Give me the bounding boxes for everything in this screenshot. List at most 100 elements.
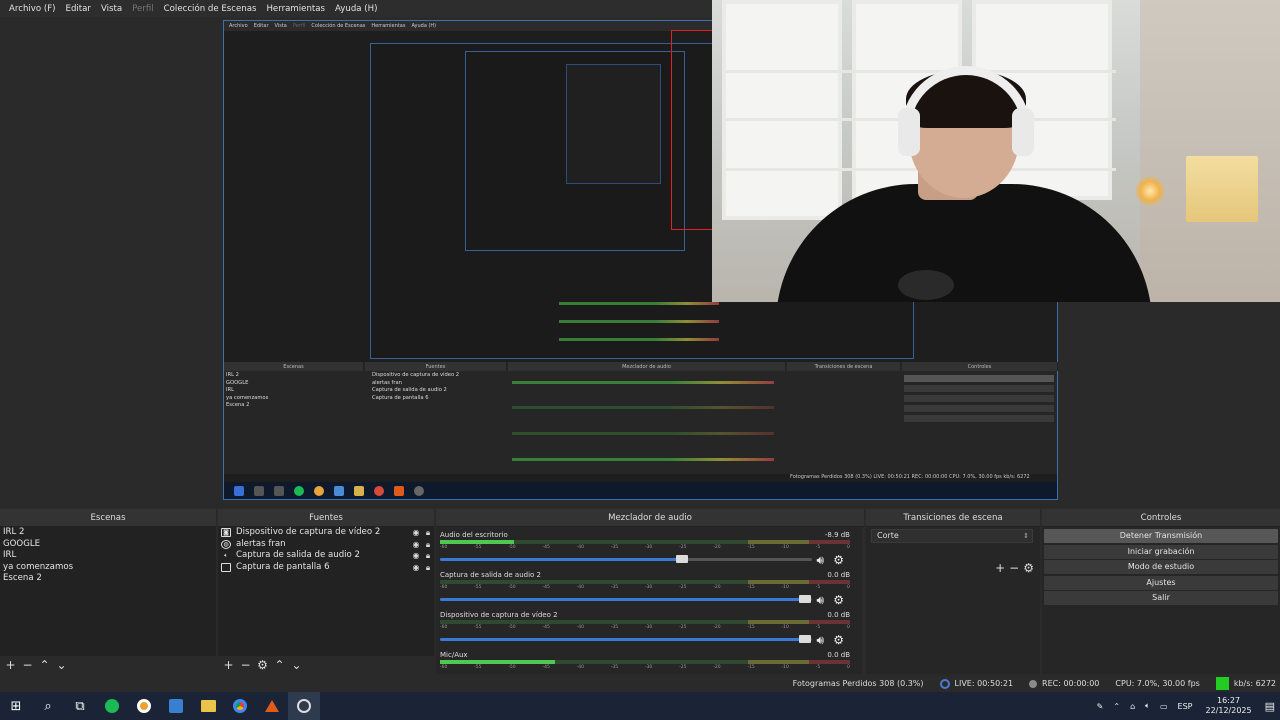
- exit-button[interactable]: Salir: [1044, 591, 1278, 606]
- gear-icon[interactable]: ⚙: [833, 633, 844, 647]
- source-item[interactable]: ◍ alertas fran ◉ 🔒︎: [218, 539, 434, 551]
- nested-control-button: [904, 405, 1054, 412]
- remove-source-icon[interactable]: −: [237, 658, 254, 672]
- gear-icon[interactable]: ⚙: [254, 658, 271, 672]
- obs-icon[interactable]: [288, 692, 320, 720]
- search-icon[interactable]: ⌕: [32, 692, 64, 720]
- app2-icon[interactable]: [256, 692, 288, 720]
- meter-tick-label: -25: [679, 665, 687, 670]
- volume-slider-knob[interactable]: [798, 595, 811, 603]
- nested-meter: [512, 381, 774, 384]
- mute-speaker-icon[interactable]: 🔊︎: [816, 633, 824, 648]
- meter-tick-label: -30: [644, 545, 653, 550]
- channel-name: Mic/Aux: [440, 651, 468, 659]
- controls-panel: Detener Transmisión Iniciar grabación Mo…: [1042, 527, 1280, 674]
- network-icon[interactable]: ⌂: [1130, 702, 1135, 711]
- mute-speaker-icon[interactable]: 🔊︎: [816, 553, 824, 568]
- scene-item[interactable]: IRL: [0, 550, 216, 562]
- menu-ayuda[interactable]: Ayuda (H): [330, 4, 382, 14]
- scenes-toolbar: + − ⌃ ⌄: [0, 656, 216, 674]
- menu-editar[interactable]: Editar: [61, 4, 96, 14]
- scene-item[interactable]: IRL 2: [0, 527, 216, 539]
- source-item[interactable]: ◙ Dispositivo de captura de vídeo 2 ◉ 🔒︎: [218, 527, 434, 539]
- shelf: [726, 70, 1116, 73]
- scene-item[interactable]: Escena 2: [0, 573, 216, 585]
- nested-scene-item: IRL: [226, 387, 235, 394]
- lock-icon[interactable]: 🔒︎: [422, 527, 434, 539]
- spotify-icon[interactable]: [96, 692, 128, 720]
- pen-icon[interactable]: ✎: [1097, 702, 1104, 711]
- lock-icon[interactable]: 🔒︎: [422, 562, 434, 574]
- studio-mode-button[interactable]: Modo de estudio: [1044, 560, 1278, 575]
- lock-icon[interactable]: 🔒︎: [422, 539, 434, 551]
- gear-icon[interactable]: ⚙: [1023, 561, 1034, 575]
- volume-icon[interactable]: 🔈︎: [1145, 701, 1150, 711]
- add-scene-icon[interactable]: +: [2, 658, 19, 672]
- nested-recursive-preview-3: [566, 64, 661, 184]
- mute-speaker-icon[interactable]: 🔊︎: [816, 593, 824, 608]
- stop-stream-button[interactable]: Detener Transmisión: [1044, 529, 1278, 543]
- cabinet: [722, 0, 842, 220]
- volume-slider[interactable]: [440, 595, 812, 603]
- volume-slider[interactable]: [440, 555, 812, 563]
- move-down-icon[interactable]: ⌄: [53, 658, 70, 672]
- transition-select[interactable]: Corte ⇕: [871, 529, 1033, 543]
- clock[interactable]: 16:27 22/12/2025: [1205, 696, 1251, 716]
- move-up-icon[interactable]: ⌃: [36, 658, 53, 672]
- remove-scene-icon[interactable]: −: [19, 658, 36, 672]
- eye-icon[interactable]: ◉: [410, 562, 422, 574]
- nested-header-scenes: Escenas: [224, 362, 364, 371]
- source-item[interactable]: Captura de pantalla 6 ◉ 🔒︎: [218, 562, 434, 574]
- menu-herramientas[interactable]: Herramientas: [261, 4, 330, 14]
- add-transition-icon[interactable]: +: [995, 561, 1005, 575]
- meter-tick-label: -60: [440, 625, 448, 630]
- volume-slider[interactable]: [440, 635, 812, 643]
- menu-coleccion-escenas[interactable]: Colección de Escenas: [159, 4, 262, 14]
- source-item[interactable]: 🔈︎ Captura de salida de audio 2 ◉ 🔒︎: [218, 550, 434, 562]
- source-label: Captura de salida de audio 2: [236, 550, 361, 561]
- chrome-icon[interactable]: [224, 692, 256, 720]
- file-explorer-icon[interactable]: [192, 692, 224, 720]
- headphone-cup-right: [1012, 108, 1034, 156]
- meter-tick-label: -50: [508, 665, 516, 670]
- meter-tick-label: -50: [508, 545, 516, 550]
- monitor-icon[interactable]: ▭: [1160, 702, 1168, 711]
- settings-button[interactable]: Ajustes: [1044, 575, 1278, 590]
- menu-perfil[interactable]: Perfil: [127, 4, 159, 14]
- nested-scene-item: ya comenzamos: [226, 394, 269, 401]
- meter-tick-label: -40: [576, 665, 584, 670]
- app-icon[interactable]: [160, 692, 192, 720]
- scene-item[interactable]: ya comenzamos: [0, 562, 216, 574]
- move-down-icon[interactable]: ⌄: [288, 658, 305, 672]
- volume-slider-knob[interactable]: [798, 635, 811, 643]
- lock-icon[interactable]: 🔒︎: [422, 550, 434, 562]
- chevron-up-icon[interactable]: ⌃: [1113, 702, 1120, 711]
- notification-icon[interactable]: ▤: [1265, 700, 1275, 713]
- meter-tick-label: 0: [847, 625, 850, 630]
- start-recording-button[interactable]: Iniciar grabación: [1044, 544, 1278, 559]
- task-view-icon[interactable]: ⧉: [64, 692, 96, 720]
- meter-ticks: -60 -55 -50 -45 -40 -35 -30 -25 -20 -15 -10 -5 0: [440, 625, 850, 633]
- live-status: LIVE: 00:50:21: [939, 678, 1013, 689]
- eye-icon[interactable]: ◉: [410, 527, 422, 539]
- gear-icon[interactable]: ⚙: [833, 553, 844, 567]
- move-up-icon[interactable]: ⌃: [271, 658, 288, 672]
- nested-scene-list: IRL 2 GOOGLE IRL ya comenzamos Escena 2: [224, 372, 364, 410]
- browser-icon[interactable]: [128, 692, 160, 720]
- eye-icon[interactable]: ◉: [410, 539, 422, 551]
- remove-transition-icon[interactable]: −: [1009, 561, 1019, 575]
- meter-tick-label: -10: [781, 585, 789, 590]
- meter-tick-label: -30: [644, 665, 653, 670]
- meter-tick-label: -50: [508, 585, 516, 590]
- gear-icon[interactable]: ⚙: [833, 593, 844, 607]
- menu-archivo[interactable]: Archivo (F): [4, 4, 61, 14]
- scene-item[interactable]: GOOGLE: [0, 539, 216, 551]
- menu-vista[interactable]: Vista: [96, 4, 127, 14]
- volume-meter: [440, 540, 850, 544]
- meter-tick-label: -30: [644, 625, 653, 630]
- windows-start-icon[interactable]: ⊞: [0, 692, 32, 720]
- volume-slider-knob[interactable]: [675, 555, 688, 563]
- language-indicator[interactable]: ESP: [1178, 702, 1193, 711]
- eye-icon[interactable]: ◉: [410, 550, 422, 562]
- add-source-icon[interactable]: +: [220, 658, 237, 672]
